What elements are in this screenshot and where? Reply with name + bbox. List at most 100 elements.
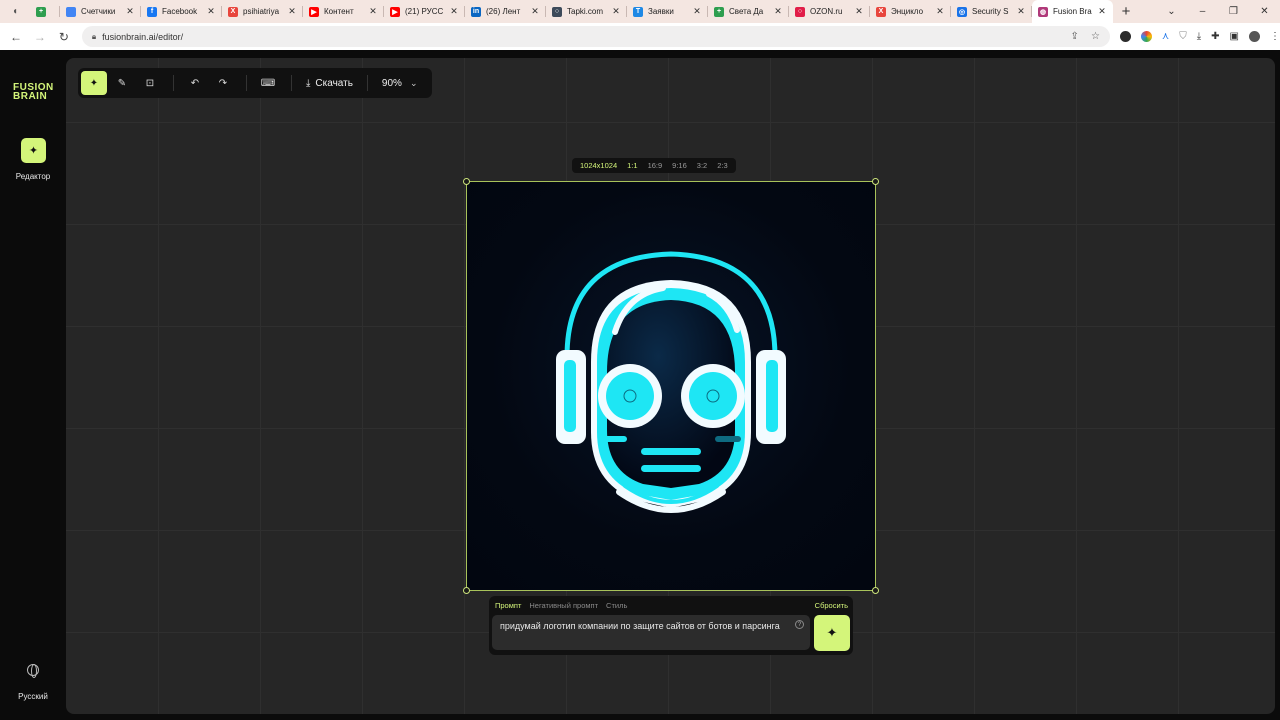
prompt-input[interactable]: придумай логотип компании по защите сайт… xyxy=(492,615,810,650)
forward-icon[interactable]: → xyxy=(28,30,52,44)
sidepanel-icon[interactable]: ▣ xyxy=(1230,31,1239,42)
tab-label: Tapki.com xyxy=(567,7,604,16)
browser-tab[interactable]: ◍ Fusion Bra ✕ xyxy=(1032,0,1113,23)
prompt-tabs: Промпт Негативный промпт Стиль xyxy=(495,601,627,610)
editor-nav-label[interactable]: Редактор xyxy=(0,172,66,181)
tab-label: (21) РУСС xyxy=(405,7,444,16)
language-selector[interactable]: Русский xyxy=(0,692,66,701)
tab-close-icon[interactable]: ✕ xyxy=(366,6,380,17)
tab-label: Света Да xyxy=(729,7,764,16)
editor-canvas[interactable]: ✦ ✎ ⊡ ↶ ↷ ⌨ ⤓ Скачать 90% ⌄ 1024x1024 1:… xyxy=(66,58,1275,714)
menu-kebab-icon[interactable]: ⋮ xyxy=(1270,31,1280,42)
resize-handle-top-right[interactable] xyxy=(872,178,879,185)
browser-tab[interactable]: ▶ (21) РУСС ✕ xyxy=(384,0,465,23)
undo-button[interactable]: ↶ xyxy=(182,71,208,95)
extension-icon[interactable]: ⋏ xyxy=(1162,31,1169,42)
tab-favicon-icon: X xyxy=(876,6,886,17)
reload-icon[interactable]: ↻ xyxy=(52,30,76,44)
robot-logo-image xyxy=(556,251,786,513)
profile-avatar[interactable] xyxy=(1249,31,1260,42)
generate-button[interactable]: ✦ xyxy=(814,615,850,651)
browser-tab[interactable]: Счетчики ✕ xyxy=(60,0,141,23)
tab-close-icon[interactable]: ✕ xyxy=(771,6,785,17)
tab-favicon-icon: ◎ xyxy=(957,6,967,17)
tab-close-icon[interactable]: ✕ xyxy=(1014,6,1028,17)
logo[interactable]: FUSION BRAIN xyxy=(13,83,54,102)
window-controls: ⌄ – ❐ ✕ xyxy=(1156,0,1280,23)
globe-icon[interactable] xyxy=(27,664,39,678)
browser-tab[interactable]: + Света Да ✕ xyxy=(708,0,789,23)
tab-label: Facebook xyxy=(162,7,198,16)
tab-label: Энцикло xyxy=(891,7,924,16)
prompt-tab[interactable]: Промпт xyxy=(495,601,521,610)
image-upload-button[interactable]: ⊡ xyxy=(137,71,163,95)
tab-list-icon[interactable]: ⌄ xyxy=(1156,6,1187,17)
tab-close-icon[interactable]: ✕ xyxy=(690,6,704,17)
tab-close-icon[interactable]: ✕ xyxy=(528,6,542,17)
tab-close-icon[interactable]: ✕ xyxy=(1095,6,1109,17)
browser-tab[interactable]: + xyxy=(30,0,60,23)
bookmark-star-icon[interactable]: ☆ xyxy=(1091,31,1100,42)
tab-favicon-icon xyxy=(66,6,76,17)
browser-tab[interactable]: ○ Tapki.com ✕ xyxy=(546,0,627,23)
back-icon[interactable]: ← xyxy=(4,30,28,44)
aspect-ratio-option[interactable]: 16:9 xyxy=(643,161,668,170)
close-window-icon[interactable]: ✕ xyxy=(1249,6,1280,17)
shield-icon[interactable]: ⛉ xyxy=(1179,31,1187,42)
reset-button[interactable]: Сбросить xyxy=(815,601,848,610)
resize-handle-top-left[interactable] xyxy=(463,178,470,185)
extension-icon[interactable] xyxy=(1119,31,1131,42)
download-button[interactable]: ⤓ Скачать xyxy=(300,78,359,89)
prompt-tab[interactable]: Стиль xyxy=(606,601,627,610)
aspect-ratio-option[interactable]: 3:2 xyxy=(692,161,712,170)
browser-tab[interactable]: ○ OZON.ru ✕ xyxy=(789,0,870,23)
chevron-down-icon[interactable]: ⌄ xyxy=(410,78,418,89)
help-icon[interactable]: ? xyxy=(795,620,804,629)
aspect-ratio-option[interactable]: 1:1 xyxy=(622,161,642,170)
url-input[interactable]: 🔒︎ fusionbrain.ai/editor/ ⇪ ☆ xyxy=(81,26,1110,47)
prompt-tab[interactable]: Негативный промпт xyxy=(529,601,598,610)
generate-tool-button[interactable]: ✦ xyxy=(81,71,107,95)
browser-tab[interactable]: ▶ Контент ✕ xyxy=(303,0,384,23)
tab-label: Security S xyxy=(972,7,1009,16)
eraser-tool-button[interactable]: ✎ xyxy=(109,71,135,95)
prompt-text: придумай логотип компании по защите сайт… xyxy=(500,621,780,631)
browser-tab[interactable]: X Энцикло ✕ xyxy=(870,0,951,23)
toolbar-divider xyxy=(246,75,247,91)
tab-favicon-icon: ○ xyxy=(552,6,562,17)
resize-handle-bottom-right[interactable] xyxy=(872,587,879,594)
generated-image[interactable] xyxy=(463,178,879,594)
extension-icon[interactable] xyxy=(1140,31,1152,42)
download-icon[interactable]: ⤓ xyxy=(1197,31,1201,42)
tab-label: (26) Лент xyxy=(486,7,521,16)
browser-tab[interactable]: T Заявки ✕ xyxy=(627,0,708,23)
aspect-ratio-bar: 1024x1024 1:1 16:9 9:16 3:2 2:3 xyxy=(572,158,736,173)
resize-handle-bottom-left[interactable] xyxy=(463,587,470,594)
redo-button[interactable]: ↷ xyxy=(210,71,236,95)
browser-tab[interactable]: ◎ Security S ✕ xyxy=(951,0,1032,23)
tab-close-icon[interactable]: ✕ xyxy=(852,6,866,17)
editor-nav-button[interactable]: ✦ xyxy=(21,138,46,163)
download-label: Скачать xyxy=(315,77,353,89)
restore-icon[interactable]: ❐ xyxy=(1218,6,1249,17)
tab-close-icon[interactable]: ✕ xyxy=(123,6,137,17)
browser-tab[interactable]: Xpsihiatriya ✕ xyxy=(222,0,303,23)
new-tab-button[interactable]: + xyxy=(1113,3,1139,20)
share-icon[interactable]: ⇪ xyxy=(1071,31,1079,42)
minimize-icon[interactable]: – xyxy=(1187,6,1218,17)
tab-close-icon[interactable]: ✕ xyxy=(609,6,623,17)
puzzle-icon[interactable]: ✚ xyxy=(1211,31,1219,42)
tab-close-icon[interactable]: ✕ xyxy=(447,6,461,17)
keyboard-icon: ⌨ xyxy=(260,77,276,89)
browser-tab[interactable]: in (26) Лент ✕ xyxy=(465,0,546,23)
tab-close-icon[interactable]: ✕ xyxy=(204,6,218,17)
aspect-ratio-option[interactable]: 2:3 xyxy=(712,161,732,170)
browser-tab[interactable]: f Facebook ✕ xyxy=(141,0,222,23)
aspect-ratio-option[interactable]: 9:16 xyxy=(667,161,692,170)
tab-favicon-icon: in xyxy=(471,6,481,17)
tab-search-icon[interactable]: ◖ xyxy=(0,0,30,23)
keyboard-shortcuts-button[interactable]: ⌨ xyxy=(255,71,281,95)
zoom-level[interactable]: 90% xyxy=(376,78,410,89)
tab-close-icon[interactable]: ✕ xyxy=(933,6,947,17)
tab-close-icon[interactable]: ✕ xyxy=(285,6,299,17)
